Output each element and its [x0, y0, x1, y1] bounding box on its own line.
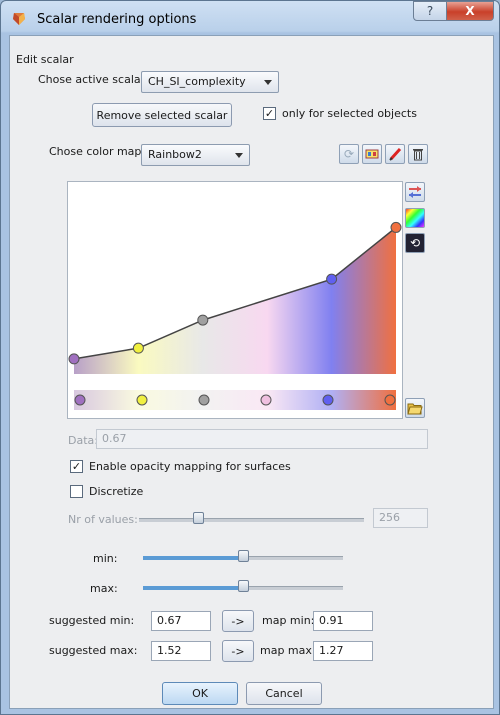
nr-values-slider-handle[interactable] — [192, 512, 204, 524]
opacity-mapping-label: Enable opacity mapping for surfaces — [89, 460, 291, 473]
chevron-down-icon — [264, 80, 272, 85]
suggested-min-field[interactable]: 0.67 — [151, 611, 211, 631]
max-slider-fill — [143, 586, 243, 590]
color-map-value: Rainbow2 — [148, 148, 202, 161]
palette-icon[interactable] — [362, 144, 382, 164]
color-stop[interactable] — [136, 394, 148, 406]
chevron-down-icon — [235, 153, 243, 158]
app-icon — [13, 13, 25, 25]
open-folder-icon[interactable] — [405, 398, 425, 418]
control-point[interactable] — [132, 342, 144, 354]
title-bar[interactable]: Scalar rendering options ? X — [1, 1, 499, 35]
only-selected-checkbox[interactable]: ✓ — [263, 107, 276, 120]
color-bar — [74, 390, 396, 410]
discretize-checkbox[interactable] — [70, 485, 83, 498]
pencil-icon[interactable] — [385, 144, 405, 164]
reset-icon[interactable]: ⟲ — [405, 233, 425, 253]
control-point[interactable] — [390, 221, 402, 233]
suggested-min-label: suggested min: — [49, 614, 135, 627]
active-scalar-value: CH_SI_complexity — [148, 75, 246, 88]
color-stop[interactable] — [384, 394, 396, 406]
nr-values-slider[interactable] — [139, 518, 364, 522]
color-stop[interactable] — [260, 394, 272, 406]
apply-min-button[interactable]: -> — [222, 610, 254, 632]
control-point[interactable] — [326, 273, 338, 285]
color-stop[interactable] — [198, 394, 210, 406]
opacity-mapping-checkbox[interactable]: ✓ — [70, 460, 83, 473]
suggested-max-label: suggested max: — [49, 644, 138, 657]
color-map-combo[interactable]: Rainbow2 — [141, 144, 250, 166]
color-stop[interactable] — [74, 394, 86, 406]
transfer-function-fill — [74, 227, 396, 374]
active-scalar-label: Chose active scalar — [38, 73, 146, 86]
dialog-window: Scalar rendering options ? X Edit scalar… — [0, 0, 500, 715]
nr-values-label: Nr of values: — [68, 513, 138, 526]
transfer-function-editor[interactable] — [67, 181, 403, 419]
edit-scalar-label: Edit scalar — [16, 53, 74, 66]
color-map-label: Chose color map — [49, 145, 142, 158]
help-button[interactable]: ? — [413, 1, 447, 21]
trash-icon[interactable] — [408, 144, 428, 164]
transfer-function-curve[interactable] — [68, 182, 402, 418]
color-stop[interactable] — [322, 394, 334, 406]
data-field: 0.67 — [96, 429, 428, 449]
min-label: min: — [93, 552, 118, 565]
apply-max-button[interactable]: -> — [222, 640, 254, 662]
window-title: Scalar rendering options — [37, 12, 197, 27]
max-label: max: — [90, 582, 118, 595]
close-button[interactable]: X — [446, 1, 494, 21]
map-max-field[interactable]: 1.27 — [313, 641, 373, 661]
discretize-label: Discretize — [89, 485, 144, 498]
flip-icon[interactable] — [405, 182, 425, 202]
map-max-label: map max: — [260, 644, 316, 657]
remove-scalar-button[interactable]: Remove selected scalar — [92, 103, 232, 127]
map-min-field[interactable]: 0.91 — [313, 611, 373, 631]
ok-button[interactable]: OK — [162, 682, 238, 705]
control-point[interactable] — [197, 314, 209, 326]
active-scalar-combo[interactable]: CH_SI_complexity — [141, 71, 279, 93]
nr-values-field: 256 — [373, 508, 428, 528]
refresh-icon[interactable]: ⟳ — [339, 144, 359, 164]
only-selected-label: only for selected objects — [282, 107, 417, 120]
dialog-content: Edit scalar Chose active scalar CH_SI_co… — [9, 35, 494, 709]
gradient-icon[interactable] — [405, 208, 425, 228]
control-point[interactable] — [68, 353, 80, 365]
max-slider-handle[interactable] — [238, 580, 249, 592]
data-label: Data: — [68, 434, 98, 447]
map-min-label: map min: — [262, 614, 315, 627]
cancel-button[interactable]: Cancel — [246, 682, 322, 705]
min-slider-fill — [143, 556, 243, 560]
min-slider-handle[interactable] — [238, 550, 249, 562]
suggested-max-field[interactable]: 1.52 — [151, 641, 211, 661]
